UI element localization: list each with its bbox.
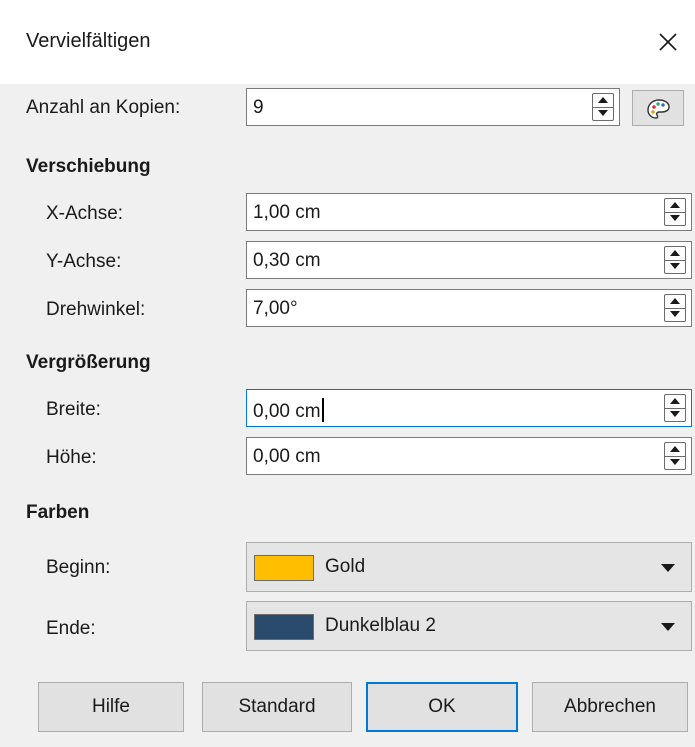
stepper-up-button[interactable] bbox=[665, 199, 685, 213]
arrow-up-icon bbox=[598, 97, 608, 103]
end-color-name: Dunkelblau 2 bbox=[325, 615, 436, 636]
arrow-down-icon bbox=[670, 411, 680, 417]
dropdown-arrow-icon bbox=[661, 623, 675, 631]
stepper-down-button[interactable] bbox=[665, 456, 685, 469]
copies-value: 9 bbox=[253, 97, 264, 118]
width-value-wrap: 0,00 cm bbox=[253, 398, 324, 423]
close-button[interactable] bbox=[652, 26, 684, 58]
arrow-up-icon bbox=[670, 298, 680, 304]
y-axis-value: 0,30 cm bbox=[253, 250, 321, 271]
text-cursor bbox=[321, 398, 324, 422]
arrow-up-icon bbox=[670, 398, 680, 404]
stepper-down-button[interactable] bbox=[665, 408, 685, 421]
arrow-down-icon bbox=[670, 311, 680, 317]
arrow-down-icon bbox=[670, 215, 680, 221]
end-color-swatch bbox=[254, 614, 314, 640]
x-axis-stepper[interactable] bbox=[664, 198, 686, 226]
height-field[interactable]: 0,00 cm bbox=[246, 437, 692, 475]
y-axis-stepper[interactable] bbox=[664, 246, 686, 274]
color-palette-icon bbox=[647, 99, 670, 119]
stepper-down-button[interactable] bbox=[665, 260, 685, 273]
section-colors: Farben bbox=[26, 502, 90, 523]
y-axis-label: Y-Achse: bbox=[46, 251, 122, 272]
close-icon bbox=[659, 33, 677, 51]
end-color-dropdown[interactable]: Dunkelblau 2 bbox=[246, 601, 692, 651]
dropdown-arrow-icon bbox=[661, 564, 675, 572]
stepper-down-button[interactable] bbox=[593, 107, 613, 120]
start-color-label: Beginn: bbox=[46, 557, 111, 578]
rotation-angle-value: 7,00° bbox=[253, 298, 298, 319]
copies-label: Anzahl an Kopien: bbox=[26, 97, 181, 118]
default-button[interactable]: Standard bbox=[202, 682, 352, 732]
stepper-up-button[interactable] bbox=[665, 395, 685, 409]
rotation-angle-field[interactable]: 7,00° bbox=[246, 289, 692, 327]
height-value: 0,00 cm bbox=[253, 446, 321, 467]
arrow-up-icon bbox=[670, 250, 680, 256]
help-button[interactable]: Hilfe bbox=[38, 682, 184, 732]
copies-stepper[interactable] bbox=[592, 93, 614, 121]
arrow-up-icon bbox=[670, 446, 680, 452]
rotation-angle-label: Drehwinkel: bbox=[46, 299, 146, 320]
arrow-up-icon bbox=[670, 202, 680, 208]
width-value: 0,00 cm bbox=[253, 401, 321, 422]
width-field[interactable]: 0,00 cm bbox=[246, 389, 692, 427]
section-displacement: Verschiebung bbox=[26, 156, 151, 177]
y-axis-field[interactable]: 0,30 cm bbox=[246, 241, 692, 279]
x-axis-value: 1,00 cm bbox=[253, 202, 321, 223]
rotation-angle-stepper[interactable] bbox=[664, 294, 686, 322]
arrow-down-icon bbox=[670, 459, 680, 465]
arrow-down-icon bbox=[670, 263, 680, 269]
start-color-swatch bbox=[254, 555, 314, 581]
stepper-down-button[interactable] bbox=[665, 308, 685, 321]
cancel-button[interactable]: Abbrechen bbox=[532, 682, 688, 732]
stepper-up-button[interactable] bbox=[665, 443, 685, 457]
title-bar: Vervielfältigen bbox=[0, 0, 695, 84]
stepper-down-button[interactable] bbox=[665, 212, 685, 225]
width-stepper[interactable] bbox=[664, 394, 686, 422]
duplicate-dialog: Vervielfältigen Anzahl an Kopien: 9 Vers… bbox=[0, 0, 695, 747]
values-from-selection-button[interactable] bbox=[632, 90, 684, 126]
height-label: Höhe: bbox=[46, 447, 97, 468]
section-enlargement: Vergrößerung bbox=[26, 352, 151, 373]
stepper-up-button[interactable] bbox=[665, 295, 685, 309]
start-color-dropdown[interactable]: Gold bbox=[246, 542, 692, 592]
end-color-label: Ende: bbox=[46, 618, 96, 639]
arrow-down-icon bbox=[598, 110, 608, 116]
height-stepper[interactable] bbox=[664, 442, 686, 470]
copies-field[interactable]: 9 bbox=[246, 88, 620, 126]
x-axis-label: X-Achse: bbox=[46, 203, 124, 224]
stepper-up-button[interactable] bbox=[593, 94, 613, 108]
dialog-title: Vervielfältigen bbox=[26, 30, 151, 52]
start-color-name: Gold bbox=[325, 556, 366, 577]
ok-button[interactable]: OK bbox=[366, 682, 518, 732]
x-axis-field[interactable]: 1,00 cm bbox=[246, 193, 692, 231]
width-label: Breite: bbox=[46, 399, 101, 420]
stepper-up-button[interactable] bbox=[665, 247, 685, 261]
